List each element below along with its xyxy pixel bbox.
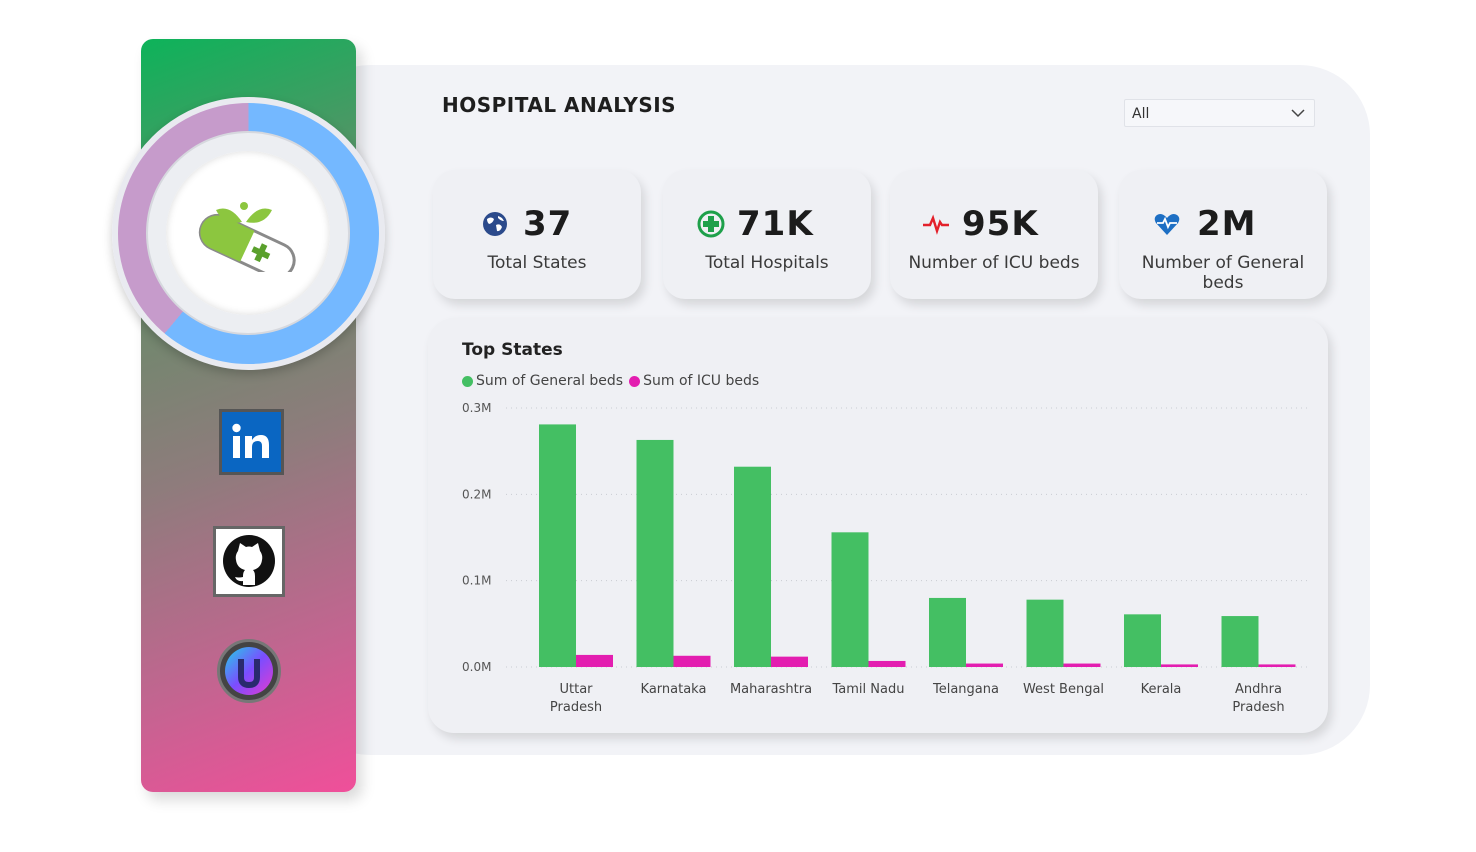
bar-icu-beds[interactable] [1258,664,1296,667]
kpi-value: 37 [523,204,573,244]
filter-selected-value: All [1132,106,1150,122]
bar-general-beds[interactable] [636,439,674,667]
portfolio-link[interactable] [217,639,281,703]
bar-general-beds[interactable] [929,597,966,667]
x-tick-label: Pradesh [550,700,602,715]
bar-general-beds[interactable] [1026,599,1064,667]
kpi-label: Total States [487,253,587,273]
kpi-card-total-states: 37 Total States [433,170,641,299]
bar-icu-beds[interactable] [576,654,613,667]
kpi-card-icu-beds: 95K Number of ICU beds [890,170,1098,299]
x-tick-label: Kerala [1141,682,1182,697]
x-tick-label: Telangana [932,682,999,697]
kpi-label: Number of General beds [1141,253,1305,293]
bar-icu-beds[interactable] [868,660,906,667]
bar-general-beds[interactable] [831,532,869,667]
bar-icu-beds[interactable] [1161,664,1198,667]
x-tick-label: West Bengal [1023,682,1104,697]
x-tick-label: Andhra [1235,682,1282,697]
bar-general-beds[interactable] [539,424,576,667]
linkedin-icon [232,423,269,458]
kpi-value: 95K [962,204,1039,244]
plus-circle-icon [697,210,725,238]
github-link[interactable] [213,526,285,597]
x-tick-label: Uttar [559,682,593,697]
bar-general-beds[interactable] [1124,614,1161,667]
bar-general-beds[interactable] [734,466,771,667]
kpi-label: Number of ICU beds [908,253,1080,273]
y-tick-label: 0.0M [462,660,491,674]
legend-dot-general [462,375,473,387]
x-tick-label: Maharashtra [730,682,812,697]
y-tick-label: 0.2M [462,487,491,501]
x-tick-label: Karnataka [641,682,707,697]
legend-item-general[interactable]: Sum of General beds [462,373,623,389]
kpi-label: Total Hospitals [705,253,829,273]
x-tick-label: Pradesh [1232,700,1284,715]
heartbeat-icon [923,214,949,235]
bar-general-beds[interactable] [1221,616,1259,667]
kpi-value: 2M [1197,204,1257,244]
page-title: HOSPITAL ANALYSIS [442,93,677,117]
y-tick-label: 0.3M [462,401,491,415]
legend-label-icu: Sum of ICU beds [643,373,760,389]
bar-icu-beds[interactable] [1063,663,1101,667]
state-filter-dropdown[interactable]: All [1124,99,1315,127]
chart-legend: Sum of General beds Sum of ICU beds [462,373,759,389]
portfolio-icon [225,647,273,695]
kpi-card-general-beds: 2M Number of General beds [1119,170,1327,299]
y-tick-label: 0.1M [462,574,491,588]
chart-title: Top States [462,340,563,360]
bar-icu-beds[interactable] [673,655,711,667]
legend-dot-icu [629,375,641,387]
bar-icu-beds[interactable] [966,663,1003,667]
linkedin-link[interactable] [219,409,284,475]
heart-pulse-icon [1154,214,1180,235]
bar-chart: 0.0M 0.1M 0.2M 0.3M Uttar Pradesh Karnataka Mah… [462,401,1308,715]
chevron-down-icon [1291,109,1305,118]
github-icon [223,535,275,587]
capsule-leaf-logo [198,202,296,272]
bar-icu-beds[interactable] [771,656,808,667]
kpi-card-total-hospitals: 71K Total Hospitals [663,170,871,299]
legend-item-icu[interactable]: Sum of ICU beds [629,373,759,389]
x-tick-label: Tamil Nadu [832,682,905,697]
kpi-value: 71K [737,204,814,244]
legend-label-general: Sum of General beds [476,373,624,389]
globe-icon [483,212,507,236]
